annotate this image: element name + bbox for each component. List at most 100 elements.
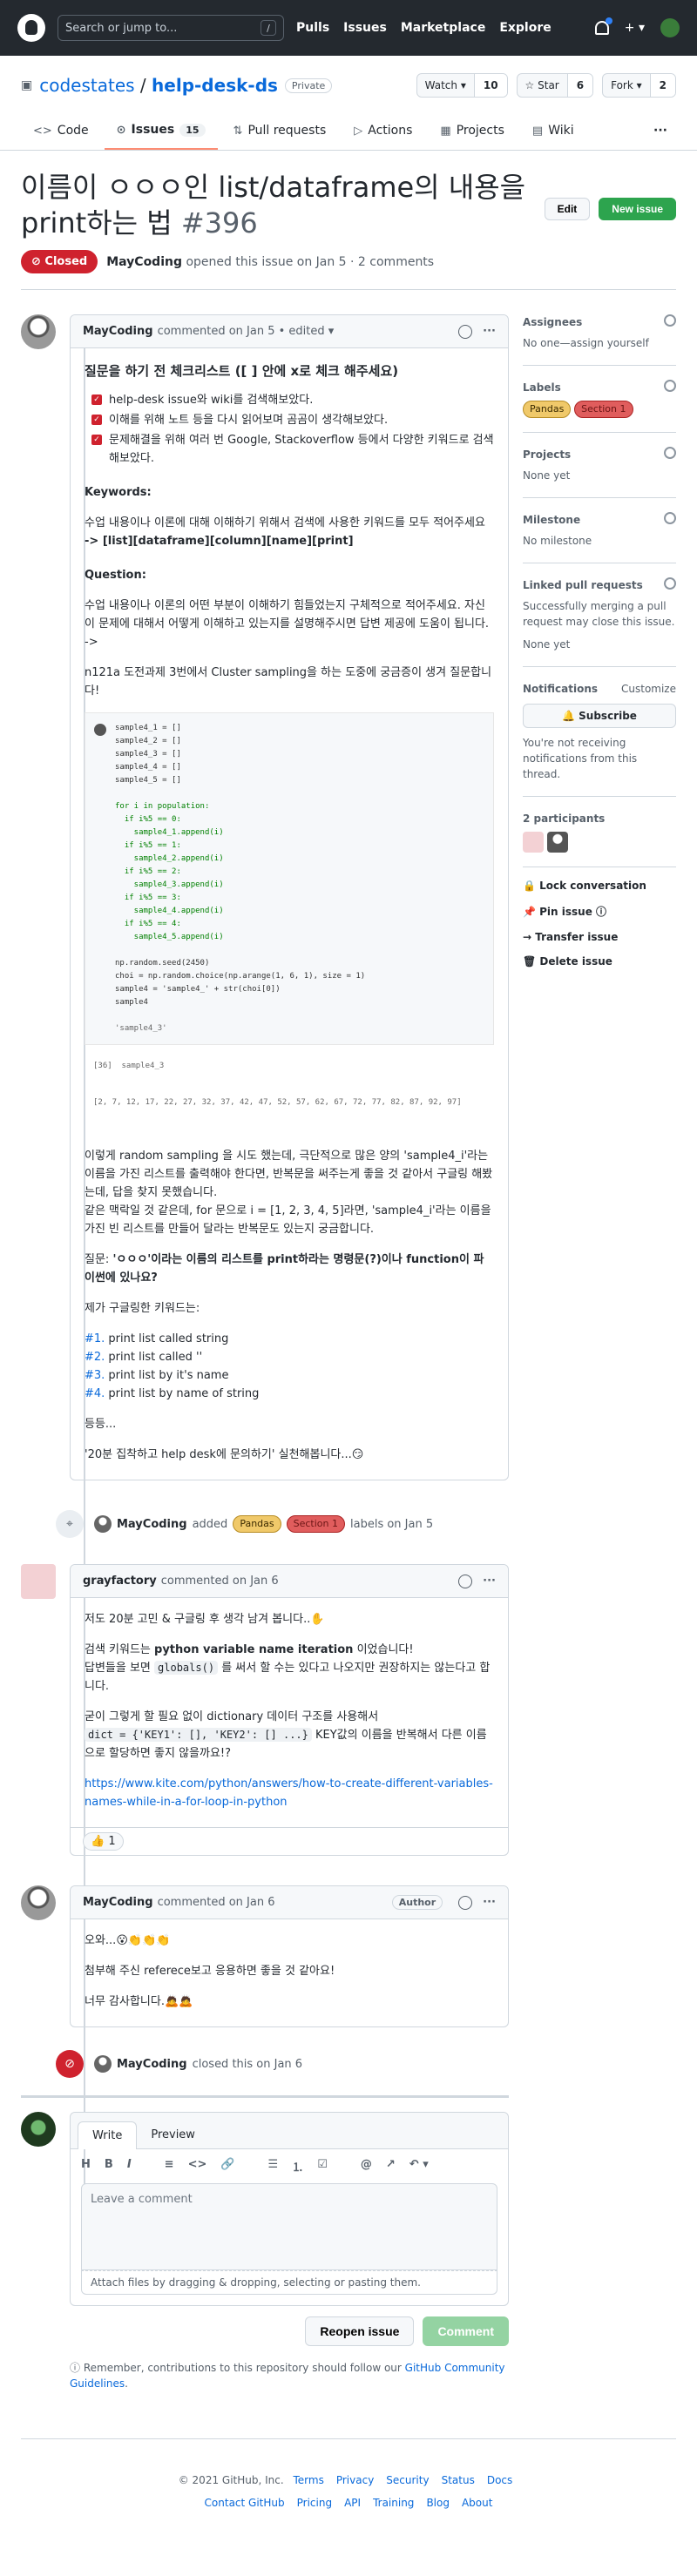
github-logo-icon[interactable] [17,14,45,42]
create-new-button[interactable]: + ▾ [625,21,645,35]
repo-owner-link[interactable]: codestates [39,75,134,96]
add-reaction-icon[interactable] [458,324,473,339]
notification-bell-icon[interactable] [594,17,612,35]
cross-reference-icon[interactable]: ↗ [386,2158,396,2175]
footer-link[interactable]: Docs [487,2474,512,2486]
star-button[interactable]: ☆ Star 6 [516,73,594,98]
nav-marketplace[interactable]: Marketplace [401,21,485,35]
more-options-icon[interactable]: ··· [483,325,496,338]
edit-title-button[interactable]: Edit [544,198,591,220]
footer-link[interactable]: Pricing [297,2497,332,2509]
footer-link[interactable]: Training [373,2497,414,2509]
avatar[interactable] [94,2055,112,2073]
quote-icon[interactable]: ≡ [165,2158,174,2175]
issue-header: 이름이 ㅇㅇㅇ인 list/dataframe의 내용을 print하는 법 #… [0,170,697,290]
tab-wiki[interactable]: ▤ Wiki [520,111,586,150]
nav-pulls[interactable]: Pulls [296,21,329,35]
lock-conversation-button[interactable]: 🔒 Lock conversation [523,880,676,892]
customize-link[interactable]: Customize [621,681,676,697]
more-tabs-button[interactable]: ··· [653,124,676,138]
markdown-toolbar: H B I ≡ <> 🔗 ☰ ⒈ ☑ @ ↗ ↶ ▾ [71,2149,508,2183]
attach-files-area[interactable]: Attach files by dragging & dropping, sel… [81,2270,497,2295]
assign-yourself-link[interactable]: No one—assign yourself [523,337,649,349]
avatar[interactable] [21,314,56,349]
participant-avatar[interactable] [523,832,544,853]
issue-ref-link[interactable]: #4. [85,1387,105,1400]
reply-icon[interactable]: ↶ ▾ [409,2158,429,2175]
checklist-item: ✓ 이해를 위해 노트 등을 다시 읽어보며 곰곰이 생각해보았다. [91,411,494,429]
watch-button[interactable]: Watch ▾ 10 [416,73,508,98]
wiki-icon: ▤ [531,124,544,138]
top-nav: Pulls Issues Marketplace Explore [296,21,552,35]
label-pandas[interactable]: Pandas [523,401,572,418]
footer-link[interactable]: API [344,2497,361,2509]
comment-textarea[interactable]: Leave a comment [81,2183,497,2270]
avatar[interactable] [21,1564,56,1599]
footer-link[interactable]: Security [386,2474,429,2486]
delete-issue-button[interactable]: 🗑 Delete issue [523,955,676,968]
issue-ref-link[interactable]: #1. [85,1332,105,1345]
add-reaction-icon[interactable] [458,1574,473,1588]
bullet-list-icon[interactable]: ☰ [268,2158,279,2175]
gear-icon[interactable] [664,447,676,459]
thumbs-up-reaction[interactable]: 👍 1 [83,1832,124,1851]
footer-link[interactable]: About [462,2497,492,2509]
add-reaction-icon[interactable] [458,1895,473,1910]
issue-ref-link[interactable]: #2. [85,1351,105,1364]
footer-link[interactable]: Blog [426,2497,450,2509]
fork-button[interactable]: Fork ▾ 2 [602,73,676,98]
user-avatar[interactable] [660,18,680,37]
issue-author-link[interactable]: MayCoding [106,255,182,269]
transfer-issue-button[interactable]: → Transfer issue [523,931,676,943]
reference-link[interactable]: https://www.kite.com/python/answers/how-… [85,1777,493,1809]
gear-icon[interactable] [664,380,676,392]
comment-author-link[interactable]: grayfactory [83,1575,157,1588]
subscribe-button[interactable]: 🔔 Subscribe [523,704,676,728]
tab-issues[interactable]: ⊙ Issues 15 [104,111,218,150]
footer-link[interactable]: Privacy [336,2474,374,2486]
task-list-icon[interactable]: ☑ [317,2158,328,2175]
comment: MayCoding commented on Jan 6 Author ··· 오와.… [70,1885,509,2027]
tab-pull-requests[interactable]: ⇅ Pull requests [221,111,339,150]
footer-link[interactable]: Terms [294,2474,324,2486]
comment-author-link[interactable]: MayCoding [83,1896,153,1909]
gear-icon[interactable] [664,314,676,327]
avatar[interactable] [21,2112,56,2147]
repo-name-link[interactable]: help-desk-ds [152,75,278,96]
gear-icon[interactable] [664,577,676,590]
label-section-1[interactable]: Section 1 [286,1515,345,1533]
footer-link[interactable]: Status [442,2474,475,2486]
comment: grayfactory commented on Jan 6 ··· 저도 20분 … [70,1564,509,1856]
nav-issues[interactable]: Issues [343,21,387,35]
footer-link[interactable]: Contact GitHub [205,2497,285,2509]
gear-icon[interactable] [664,512,676,524]
more-options-icon[interactable]: ··· [483,1896,496,1909]
pin-issue-button[interactable]: 📌 Pin issue ⓘ [523,904,676,919]
tab-preview[interactable]: Preview [137,2121,209,2148]
tab-actions[interactable]: ▷ Actions [342,111,424,150]
search-input[interactable]: Search or jump to... / [58,15,284,41]
code-icon: <> [33,124,52,138]
tab-write[interactable]: Write [78,2121,138,2149]
more-options-icon[interactable]: ··· [483,1575,496,1588]
nav-explore[interactable]: Explore [499,21,551,35]
code-icon[interactable]: <> [188,2158,207,2175]
avatar[interactable] [94,1515,112,1533]
new-issue-button[interactable]: New issue [599,198,676,220]
numbered-list-icon[interactable]: ⒈ [292,2158,303,2175]
bold-icon[interactable]: B [105,2158,113,2175]
tab-code[interactable]: <> Code [21,111,101,150]
issue-ref-link[interactable]: #3. [85,1369,105,1382]
participant-avatar[interactable] [547,832,568,853]
comment-button[interactable]: Comment [423,2316,509,2346]
italic-icon[interactable]: I [127,2158,132,2175]
heading-icon[interactable]: H [81,2158,91,2175]
comment-author-link[interactable]: MayCoding [83,325,153,338]
link-icon[interactable]: 🔗 [220,2158,234,2175]
label-section-1[interactable]: Section 1 [574,401,633,418]
label-pandas[interactable]: Pandas [233,1515,281,1533]
avatar[interactable] [21,1885,56,1920]
reopen-issue-button[interactable]: Reopen issue [305,2316,415,2346]
mention-icon[interactable]: @ [361,2158,372,2175]
tab-projects[interactable]: ▦ Projects [428,111,517,150]
